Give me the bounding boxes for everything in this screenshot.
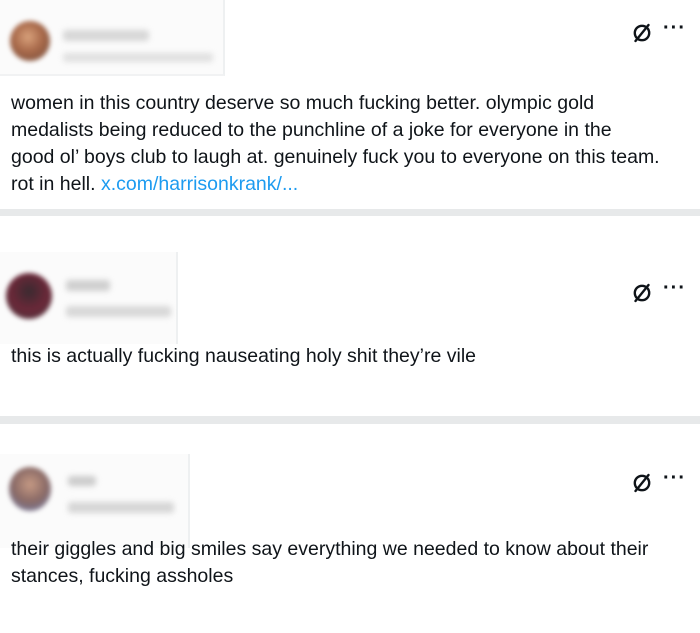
blurred-username (66, 280, 110, 291)
avatar (10, 21, 50, 61)
blurred-username (63, 30, 149, 41)
post-text: their giggles and big smiles say everyth… (11, 538, 649, 587)
blurred-handle (68, 502, 174, 513)
more-options-icon[interactable]: ··· (663, 18, 686, 38)
blurred-header (0, 0, 225, 76)
post-text: this is actually fucking nauseating holy… (11, 345, 476, 367)
avatar (6, 273, 52, 319)
post-link[interactable]: x.com/harrisonkrank/... (101, 173, 298, 195)
post-divider (0, 416, 700, 424)
blurred-username (68, 476, 96, 486)
slash-circle-icon[interactable] (631, 282, 653, 304)
more-options-icon[interactable]: ··· (663, 278, 686, 298)
post-text: women in this country deserve so much fu… (11, 90, 660, 198)
slash-circle-icon[interactable] (631, 472, 653, 494)
more-options-icon[interactable]: ··· (663, 468, 686, 488)
blurred-handle (63, 53, 213, 62)
reply-post: ··· their giggles and big smiles say eve… (0, 424, 700, 633)
blurred-handle (66, 306, 171, 317)
reply-post: ··· women in this country deserve so muc… (0, 0, 700, 209)
post-actions: ··· (631, 468, 686, 494)
post-actions: ··· (631, 278, 686, 304)
reply-post: ··· this is actually fucking nauseating … (0, 216, 700, 416)
post-actions: ··· (631, 18, 686, 44)
blurred-header (0, 252, 178, 344)
avatar (9, 467, 51, 511)
blurred-header (0, 454, 190, 548)
slash-circle-icon[interactable] (631, 22, 653, 44)
post-divider (0, 209, 700, 216)
